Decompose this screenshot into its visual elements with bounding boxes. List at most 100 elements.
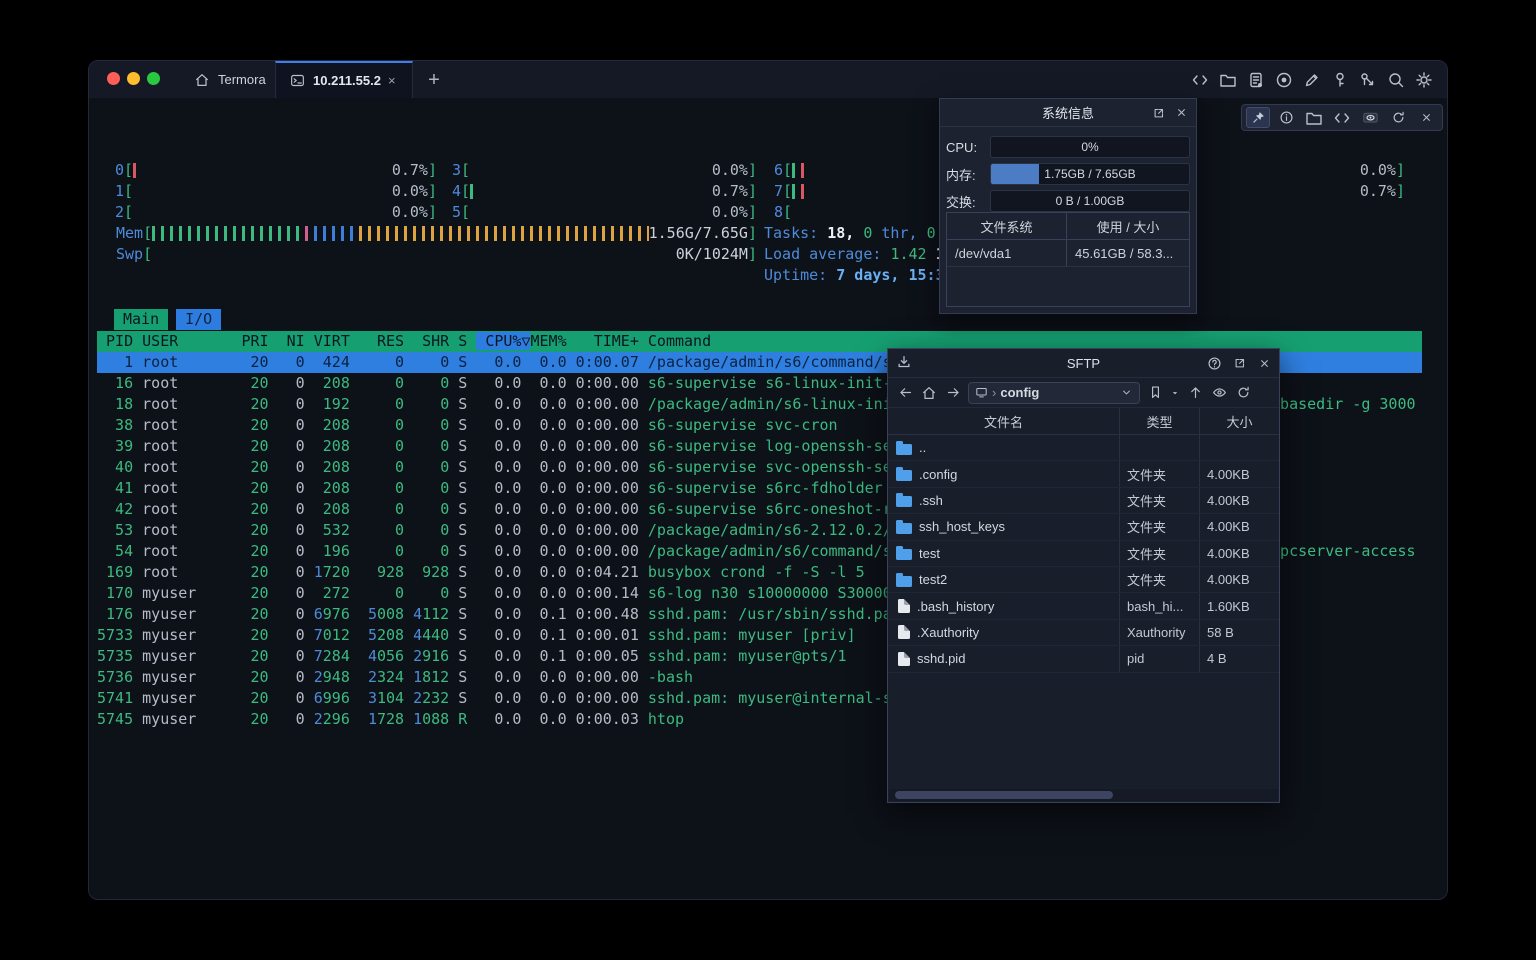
bookmark-icon[interactable]: [1146, 384, 1164, 402]
file-name: sshd.pid: [917, 651, 965, 666]
path-breadcrumb[interactable]: › config: [968, 382, 1140, 404]
horizontal-scrollbar[interactable]: [889, 789, 1278, 801]
column-name[interactable]: 文件名: [888, 408, 1119, 434]
terminal-icon: [288, 72, 306, 90]
close-window-button[interactable]: [107, 72, 120, 85]
tab-close-icon[interactable]: ×: [388, 73, 396, 88]
log-icon[interactable]: [1247, 71, 1265, 89]
new-tab-button[interactable]: +: [421, 67, 447, 93]
forward-button[interactable]: [944, 384, 962, 402]
cpu-meter-3: 3[0.0%]: [452, 160, 757, 181]
file-row[interactable]: .bash_history bash_hi...1.60KB: [888, 593, 1279, 619]
file-type-cell: Xauthority: [1119, 620, 1199, 645]
info-icon[interactable]: [1274, 107, 1298, 128]
file-name-cell: .config: [888, 461, 1119, 486]
code-icon[interactable]: [1330, 107, 1354, 128]
close-icon[interactable]: [1175, 106, 1188, 119]
gpu-icon[interactable]: [1358, 107, 1382, 128]
file-row[interactable]: .Xauthority Xauthority58 B: [888, 620, 1279, 646]
file-row[interactable]: sshd.pid pid4 B: [888, 646, 1279, 672]
file-size-cell: 4 B: [1199, 646, 1279, 671]
show-hidden-icon[interactable]: [1210, 384, 1228, 402]
close-icon[interactable]: [1414, 107, 1438, 128]
side-mini-toolbar: [1241, 104, 1443, 131]
tab-session[interactable]: 10.211.55.2 ×: [275, 61, 413, 98]
folder-icon: [896, 444, 912, 455]
download-icon[interactable]: [896, 354, 912, 370]
tab-termora[interactable]: Termora: [181, 61, 278, 98]
titlebar: Termora 10.211.55.2 × +: [89, 61, 1447, 98]
stat-value: 0%: [991, 137, 1189, 157]
file-name-cell: ..: [888, 435, 1119, 460]
keychain-icon[interactable]: [1359, 71, 1377, 89]
key-icon[interactable]: [1331, 71, 1349, 89]
file-name-cell: .bash_history: [888, 593, 1119, 618]
file-row[interactable]: test2文件夹4.00KB: [888, 567, 1279, 593]
pin-icon[interactable]: [1246, 107, 1270, 128]
stat-bar: 0%: [990, 136, 1190, 158]
file-type-cell: bash_hi...: [1119, 593, 1199, 618]
edit-icon[interactable]: [1303, 71, 1321, 89]
htop-tab-main[interactable]: Main: [114, 309, 168, 330]
file-table-header: 文件名 类型 大小: [888, 408, 1279, 435]
open-in-window-icon[interactable]: [1233, 356, 1247, 370]
close-icon[interactable]: [1258, 357, 1271, 370]
chevron-down-icon[interactable]: [1120, 386, 1133, 399]
minimize-window-button[interactable]: [127, 72, 140, 85]
refresh-icon[interactable]: [1234, 384, 1252, 402]
cpu-meter-1: 1[0.0%]: [115, 181, 437, 202]
htop-tab-io[interactable]: I/O: [176, 309, 221, 330]
file-row[interactable]: ssh_host_keys文件夹4.00KB: [888, 514, 1279, 540]
open-in-window-icon[interactable]: [1152, 106, 1166, 120]
file-name-cell: .Xauthority: [888, 620, 1119, 645]
up-directory-button[interactable]: [1186, 384, 1204, 402]
table-row[interactable]: /dev/vda1 45.61GB / 58.3...: [947, 240, 1189, 267]
folder-icon: [896, 549, 912, 560]
sysinfo-panel: 系统信息 CPU:0%内存:1.75GB / 7.65GB交换:0 B / 1.…: [939, 98, 1197, 314]
load-average-line: Load average: 1.42 1: [764, 244, 945, 265]
file-size-cell: 1.60KB: [1199, 593, 1279, 618]
file-row[interactable]: test文件夹4.00KB: [888, 541, 1279, 567]
settings-icon[interactable]: [1415, 71, 1433, 89]
column-type[interactable]: 类型: [1119, 408, 1199, 434]
column-size[interactable]: 大小: [1199, 408, 1279, 434]
file-name: .bash_history: [917, 599, 994, 614]
app-window: Termora 10.211.55.2 × + 0[0.7%]1[0.0%]2[…: [88, 60, 1448, 900]
folder-icon[interactable]: [1302, 107, 1326, 128]
file-row[interactable]: .config文件夹4.00KB: [888, 461, 1279, 487]
fs-col-header: 文件系统: [947, 213, 1067, 239]
help-icon[interactable]: [1207, 356, 1222, 371]
file-name: ..: [919, 440, 926, 455]
refresh-icon[interactable]: [1386, 107, 1410, 128]
file-size-cell: 4.00KB: [1199, 514, 1279, 539]
scrollbar-thumb[interactable]: [895, 791, 1113, 799]
mem-meter: Mem[1.56G/7.65G]: [116, 223, 757, 244]
stat-label: CPU:: [946, 140, 990, 155]
home-button[interactable]: [920, 384, 938, 402]
file-row[interactable]: ..: [888, 435, 1279, 461]
sysinfo-stat-row: CPU:0%: [946, 136, 1190, 158]
fs-name: /dev/vda1: [947, 240, 1067, 266]
file-type-cell: 文件夹: [1119, 541, 1199, 566]
home-icon: [193, 71, 211, 89]
file-icon: [898, 652, 910, 666]
file-name-cell: test2: [888, 567, 1119, 592]
file-type-cell: 文件夹: [1119, 461, 1199, 486]
zoom-window-button[interactable]: [147, 72, 160, 85]
file-name: test2: [919, 572, 947, 587]
stat-label: 交换:: [946, 192, 990, 211]
folder-icon[interactable]: [1219, 71, 1237, 89]
search-icon[interactable]: [1387, 71, 1405, 89]
record-icon[interactable]: [1275, 71, 1293, 89]
sysinfo-titlebar: 系统信息: [940, 99, 1196, 127]
file-row[interactable]: .ssh文件夹4.00KB: [888, 488, 1279, 514]
file-name: .Xauthority: [917, 625, 979, 640]
code-icon[interactable]: [1191, 71, 1209, 89]
back-button[interactable]: [896, 384, 914, 402]
file-type-cell: pid: [1119, 646, 1199, 671]
breadcrumb-separator: ›: [992, 385, 996, 400]
bookmark-caret-icon[interactable]: [1170, 384, 1180, 402]
tab-termora-label: Termora: [218, 72, 266, 87]
file-size-cell: 58 B: [1199, 620, 1279, 645]
folder-icon: [896, 576, 912, 587]
